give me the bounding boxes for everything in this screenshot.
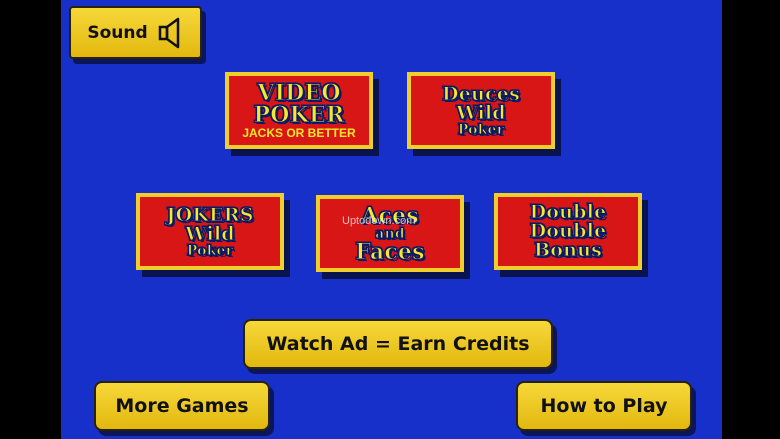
game-title-line2: Wild [185, 222, 235, 245]
game-deuces-wild-button[interactable]: Deuces Wild Poker [407, 72, 555, 149]
more-games-button[interactable]: More Games [94, 381, 270, 431]
game-title-line2: POKER [253, 102, 345, 128]
game-menu-screen: Sound VIDEO POKER JACKS OR BETTER Deuces… [61, 0, 722, 439]
game-aces-and-faces-button[interactable]: Aces and Faces Uptodown.com [316, 195, 464, 272]
speaker-icon [158, 16, 184, 50]
game-title-line1: Deuces [442, 82, 521, 105]
game-title-line3: Poker [186, 242, 234, 259]
game-jokers-wild-button[interactable]: JOKERS Wild Poker [136, 193, 284, 270]
game-title-line1: JOKERS [166, 203, 254, 226]
game-title-line2: Wild [456, 101, 506, 124]
watch-ad-button[interactable]: Watch Ad = Earn Credits [243, 319, 553, 369]
game-title-line1: VIDEO [257, 80, 341, 106]
watch-ad-label: Watch Ad = Earn Credits [266, 333, 530, 355]
sound-label: Sound [87, 22, 148, 43]
sound-button[interactable]: Sound [69, 6, 202, 59]
game-title-line3: Faces [355, 238, 425, 265]
more-games-label: More Games [115, 395, 249, 417]
game-video-poker-button[interactable]: VIDEO POKER JACKS OR BETTER [225, 72, 373, 149]
game-title-line3: Poker [457, 121, 505, 138]
how-to-play-label: How to Play [540, 395, 668, 417]
watermark: Uptodown.com [342, 215, 416, 227]
game-double-double-bonus-button[interactable]: Double Double Bonus [494, 193, 642, 270]
game-subtitle: JACKS OR BETTER [242, 126, 356, 140]
how-to-play-button[interactable]: How to Play [516, 381, 692, 431]
game-title-line3: Bonus [533, 239, 603, 261]
